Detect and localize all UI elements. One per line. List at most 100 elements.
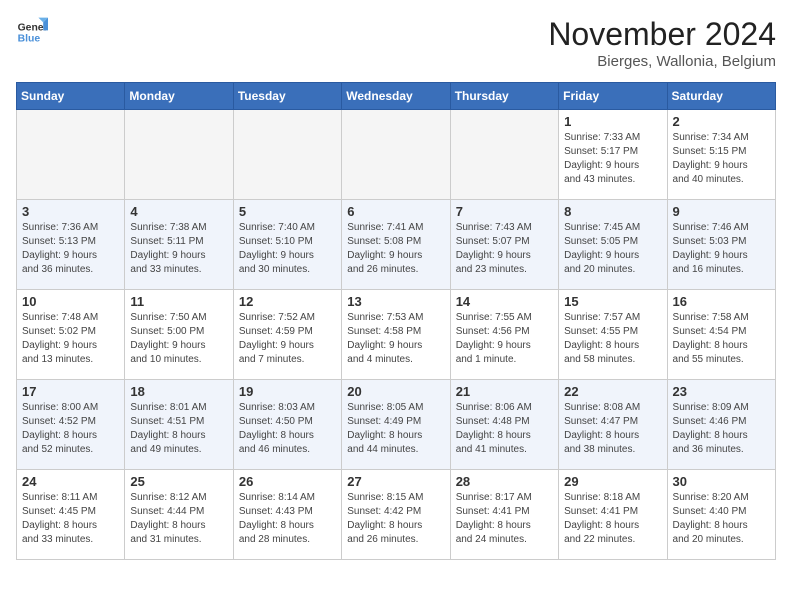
day-cell bbox=[125, 110, 233, 200]
day-info: Sunrise: 8:06 AMSunset: 4:48 PMDaylight:… bbox=[456, 401, 553, 457]
day-number: 21 bbox=[456, 384, 553, 399]
day-info: Sunrise: 8:17 AMSunset: 4:41 PMDaylight:… bbox=[456, 491, 553, 547]
day-cell: 13 Sunrise: 7:53 AMSunset: 4:58 PMDayligh… bbox=[342, 290, 450, 380]
header-saturday: Saturday bbox=[667, 83, 775, 110]
day-cell bbox=[17, 110, 125, 200]
day-cell: 8 Sunrise: 7:45 AMSunset: 5:05 PMDaylight… bbox=[559, 200, 667, 290]
day-number: 14 bbox=[456, 294, 553, 309]
week-row-5: 24 Sunrise: 8:11 AMSunset: 4:45 PMDayligh… bbox=[17, 470, 776, 560]
day-number: 3 bbox=[22, 204, 119, 219]
week-row-1: 1Sunrise: 7:33 AMSunset: 5:17 PMDaylight… bbox=[17, 110, 776, 200]
day-info: Sunrise: 8:14 AMSunset: 4:43 PMDaylight:… bbox=[239, 491, 336, 547]
day-cell: 14 Sunrise: 7:55 AMSunset: 4:56 PMDayligh… bbox=[450, 290, 558, 380]
day-number: 13 bbox=[347, 294, 444, 309]
day-info: Sunrise: 7:33 AMSunset: 5:17 PMDaylight:… bbox=[564, 131, 661, 187]
week-row-3: 10 Sunrise: 7:48 AMSunset: 5:02 PMDayligh… bbox=[17, 290, 776, 380]
header-friday: Friday bbox=[559, 83, 667, 110]
day-info: Sunrise: 7:48 AMSunset: 5:02 PMDaylight:… bbox=[22, 311, 119, 367]
day-cell: 17Sunrise: 8:00 AMSunset: 4:52 PMDayligh… bbox=[17, 380, 125, 470]
day-cell: 30Sunrise: 8:20 AMSunset: 4:40 PMDayligh… bbox=[667, 470, 775, 560]
day-cell: 15 Sunrise: 7:57 AMSunset: 4:55 PMDayligh… bbox=[559, 290, 667, 380]
header-tuesday: Tuesday bbox=[233, 83, 341, 110]
day-number: 17 bbox=[22, 384, 119, 399]
day-cell: 18 Sunrise: 8:01 AMSunset: 4:51 PMDayligh… bbox=[125, 380, 233, 470]
day-cell: 3 Sunrise: 7:36 AMSunset: 5:13 PMDaylight… bbox=[17, 200, 125, 290]
header-sunday: Sunday bbox=[17, 83, 125, 110]
day-info: Sunrise: 8:12 AMSunset: 4:44 PMDaylight:… bbox=[130, 491, 227, 547]
day-info: Sunrise: 8:08 AMSunset: 4:47 PMDaylight:… bbox=[564, 401, 661, 457]
day-number: 20 bbox=[347, 384, 444, 399]
day-cell: 10 Sunrise: 7:48 AMSunset: 5:02 PMDayligh… bbox=[17, 290, 125, 380]
day-number: 2 bbox=[673, 114, 770, 129]
day-cell: 9 Sunrise: 7:46 AMSunset: 5:03 PMDaylight… bbox=[667, 200, 775, 290]
calendar-header-row: SundayMondayTuesdayWednesdayThursdayFrid… bbox=[17, 83, 776, 110]
title-area: November 2024 Bierges, Wallonia, Belgium bbox=[548, 16, 776, 70]
day-number: 22 bbox=[564, 384, 661, 399]
day-cell bbox=[450, 110, 558, 200]
day-number: 9 bbox=[673, 204, 770, 219]
day-number: 25 bbox=[130, 474, 227, 489]
day-number: 28 bbox=[456, 474, 553, 489]
day-cell: 16Sunrise: 7:58 AMSunset: 4:54 PMDayligh… bbox=[667, 290, 775, 380]
day-info: Sunrise: 7:55 AMSunset: 4:56 PMDaylight:… bbox=[456, 311, 553, 367]
day-info: Sunrise: 7:57 AMSunset: 4:55 PMDaylight:… bbox=[564, 311, 661, 367]
day-number: 11 bbox=[130, 294, 227, 309]
day-cell: 20 Sunrise: 8:05 AMSunset: 4:49 PMDayligh… bbox=[342, 380, 450, 470]
day-number: 16 bbox=[673, 294, 770, 309]
header-thursday: Thursday bbox=[450, 83, 558, 110]
month-title: November 2024 bbox=[548, 16, 776, 53]
day-cell: 27Sunrise: 8:15 AMSunset: 4:42 PMDayligh… bbox=[342, 470, 450, 560]
week-row-4: 17Sunrise: 8:00 AMSunset: 4:52 PMDayligh… bbox=[17, 380, 776, 470]
day-info: Sunrise: 8:01 AMSunset: 4:51 PMDaylight:… bbox=[130, 401, 227, 457]
day-info: Sunrise: 7:43 AMSunset: 5:07 PMDaylight:… bbox=[456, 221, 553, 277]
day-cell: 6Sunrise: 7:41 AMSunset: 5:08 PMDaylight… bbox=[342, 200, 450, 290]
day-info: Sunrise: 7:46 AMSunset: 5:03 PMDaylight:… bbox=[673, 221, 770, 277]
day-cell: 24 Sunrise: 8:11 AMSunset: 4:45 PMDayligh… bbox=[17, 470, 125, 560]
logo-icon: General Blue bbox=[16, 16, 48, 48]
day-number: 12 bbox=[239, 294, 336, 309]
day-cell: 4 Sunrise: 7:38 AMSunset: 5:11 PMDaylight… bbox=[125, 200, 233, 290]
calendar-table: SundayMondayTuesdayWednesdayThursdayFrid… bbox=[16, 82, 776, 560]
day-number: 23 bbox=[673, 384, 770, 399]
day-cell: 29 Sunrise: 8:18 AMSunset: 4:41 PMDayligh… bbox=[559, 470, 667, 560]
day-cell: 26 Sunrise: 8:14 AMSunset: 4:43 PMDayligh… bbox=[233, 470, 341, 560]
day-info: Sunrise: 8:18 AMSunset: 4:41 PMDaylight:… bbox=[564, 491, 661, 547]
day-info: Sunrise: 8:20 AMSunset: 4:40 PMDaylight:… bbox=[673, 491, 770, 547]
day-cell bbox=[342, 110, 450, 200]
day-cell: 5 Sunrise: 7:40 AMSunset: 5:10 PMDaylight… bbox=[233, 200, 341, 290]
day-cell: 28 Sunrise: 8:17 AMSunset: 4:41 PMDayligh… bbox=[450, 470, 558, 560]
day-cell: 21 Sunrise: 8:06 AMSunset: 4:48 PMDayligh… bbox=[450, 380, 558, 470]
day-info: Sunrise: 7:36 AMSunset: 5:13 PMDaylight:… bbox=[22, 221, 119, 277]
day-number: 18 bbox=[130, 384, 227, 399]
day-cell: 25 Sunrise: 8:12 AMSunset: 4:44 PMDayligh… bbox=[125, 470, 233, 560]
day-info: Sunrise: 7:41 AMSunset: 5:08 PMDaylight:… bbox=[347, 221, 444, 277]
day-info: Sunrise: 8:03 AMSunset: 4:50 PMDaylight:… bbox=[239, 401, 336, 457]
day-number: 26 bbox=[239, 474, 336, 489]
header-wednesday: Wednesday bbox=[342, 83, 450, 110]
svg-text:Blue: Blue bbox=[18, 34, 41, 45]
day-info: Sunrise: 7:45 AMSunset: 5:05 PMDaylight:… bbox=[564, 221, 661, 277]
calendar-body: 1Sunrise: 7:33 AMSunset: 5:17 PMDaylight… bbox=[17, 110, 776, 560]
day-number: 5 bbox=[239, 204, 336, 219]
day-cell: 2Sunrise: 7:34 AMSunset: 5:15 PMDaylight… bbox=[667, 110, 775, 200]
day-info: Sunrise: 7:53 AMSunset: 4:58 PMDaylight:… bbox=[347, 311, 444, 367]
day-info: Sunrise: 7:38 AMSunset: 5:11 PMDaylight:… bbox=[130, 221, 227, 277]
day-cell bbox=[233, 110, 341, 200]
week-row-2: 3 Sunrise: 7:36 AMSunset: 5:13 PMDaylight… bbox=[17, 200, 776, 290]
day-cell: 22 Sunrise: 8:08 AMSunset: 4:47 PMDayligh… bbox=[559, 380, 667, 470]
day-cell: 12Sunrise: 7:52 AMSunset: 4:59 PMDayligh… bbox=[233, 290, 341, 380]
day-info: Sunrise: 8:05 AMSunset: 4:49 PMDaylight:… bbox=[347, 401, 444, 457]
day-number: 4 bbox=[130, 204, 227, 219]
header-monday: Monday bbox=[125, 83, 233, 110]
day-info: Sunrise: 8:11 AMSunset: 4:45 PMDaylight:… bbox=[22, 491, 119, 547]
subtitle: Bierges, Wallonia, Belgium bbox=[548, 53, 776, 70]
day-info: Sunrise: 7:40 AMSunset: 5:10 PMDaylight:… bbox=[239, 221, 336, 277]
day-number: 24 bbox=[22, 474, 119, 489]
day-number: 8 bbox=[564, 204, 661, 219]
day-number: 10 bbox=[22, 294, 119, 309]
day-cell: 7Sunrise: 7:43 AMSunset: 5:07 PMDaylight… bbox=[450, 200, 558, 290]
day-info: Sunrise: 8:09 AMSunset: 4:46 PMDaylight:… bbox=[673, 401, 770, 457]
day-number: 29 bbox=[564, 474, 661, 489]
day-number: 19 bbox=[239, 384, 336, 399]
day-number: 15 bbox=[564, 294, 661, 309]
